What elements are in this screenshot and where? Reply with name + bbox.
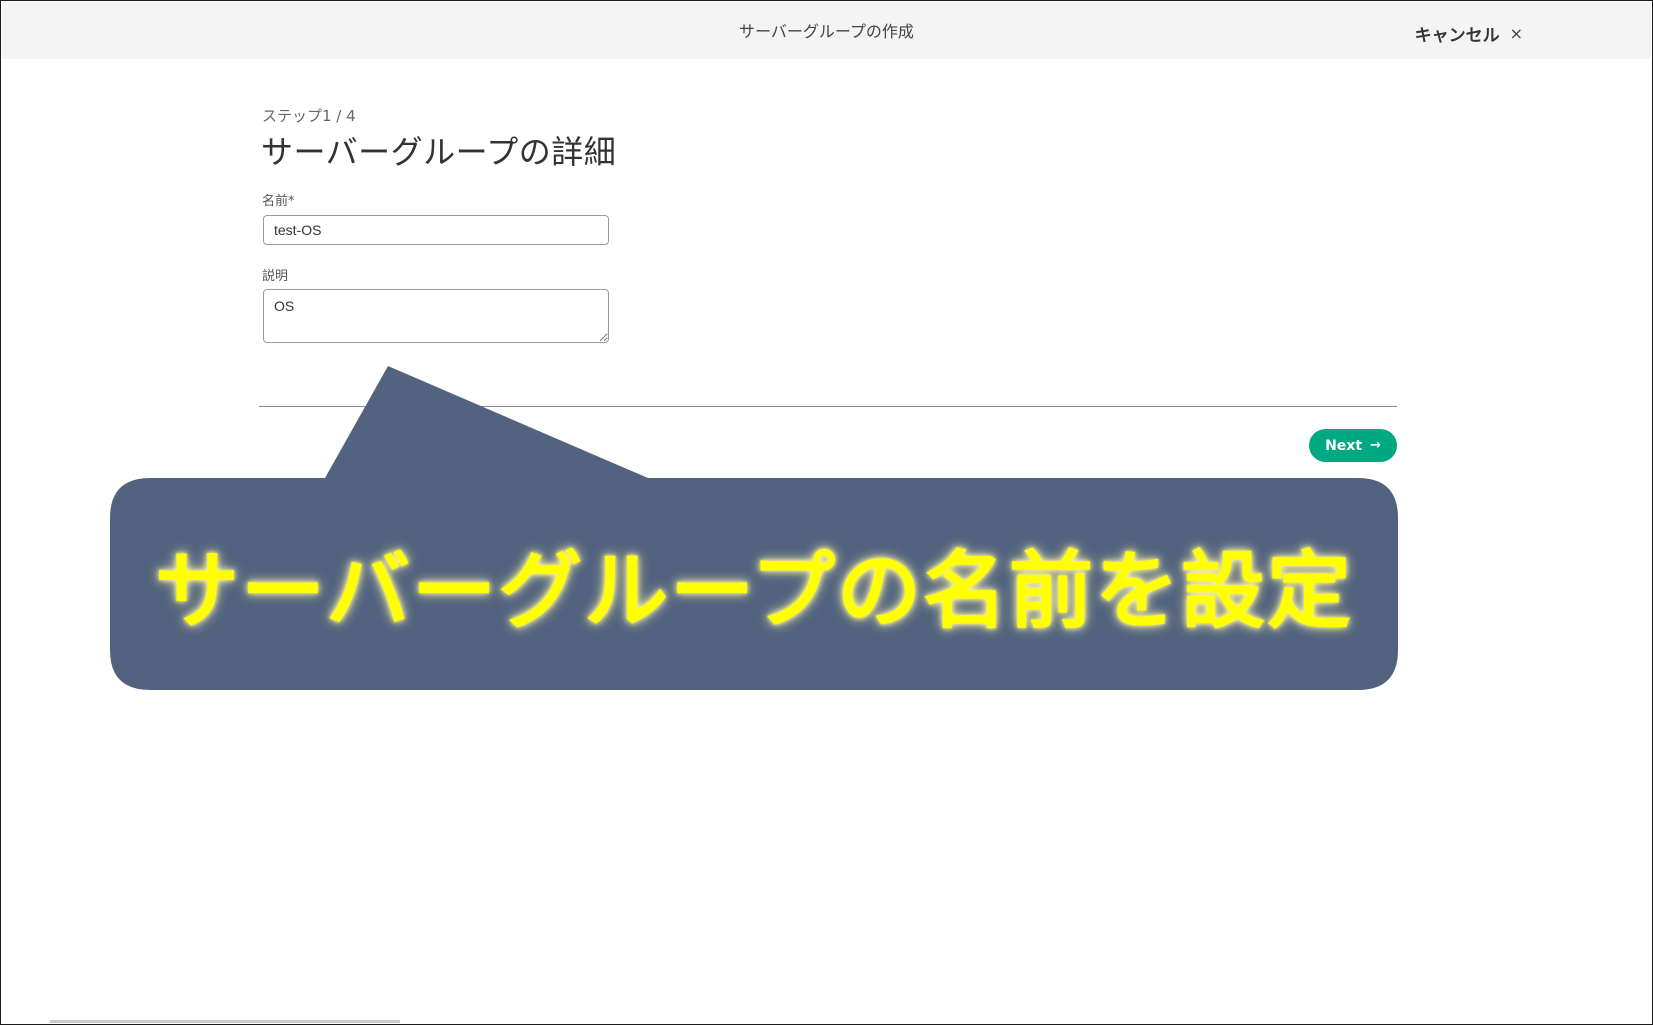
scrollbar-hint bbox=[50, 1020, 400, 1023]
next-label: Next bbox=[1325, 437, 1363, 454]
description-field-label: 説明 bbox=[262, 269, 289, 284]
step-indicator: ステップ1 / 4 bbox=[262, 107, 356, 125]
page-title: サーバーグループの詳細 bbox=[261, 133, 617, 171]
cancel-button[interactable]: キャンセル × bbox=[1415, 21, 1523, 46]
arrow-right-icon: → bbox=[1370, 438, 1381, 453]
next-button[interactable]: Next → bbox=[1309, 429, 1397, 462]
name-input[interactable] bbox=[263, 215, 609, 245]
description-textarea[interactable]: OS bbox=[263, 289, 609, 343]
callout-text: サーバーグループの名前を設定 bbox=[154, 541, 1354, 640]
header-bar: サーバーグループの作成 キャンセル × bbox=[2, 2, 1651, 59]
close-icon: × bbox=[1509, 24, 1523, 43]
divider bbox=[259, 406, 1397, 407]
cancel-label: キャンセル bbox=[1414, 26, 1500, 46]
name-field-label: 名前* bbox=[262, 194, 295, 209]
window-title: サーバーグループの作成 bbox=[739, 22, 914, 41]
